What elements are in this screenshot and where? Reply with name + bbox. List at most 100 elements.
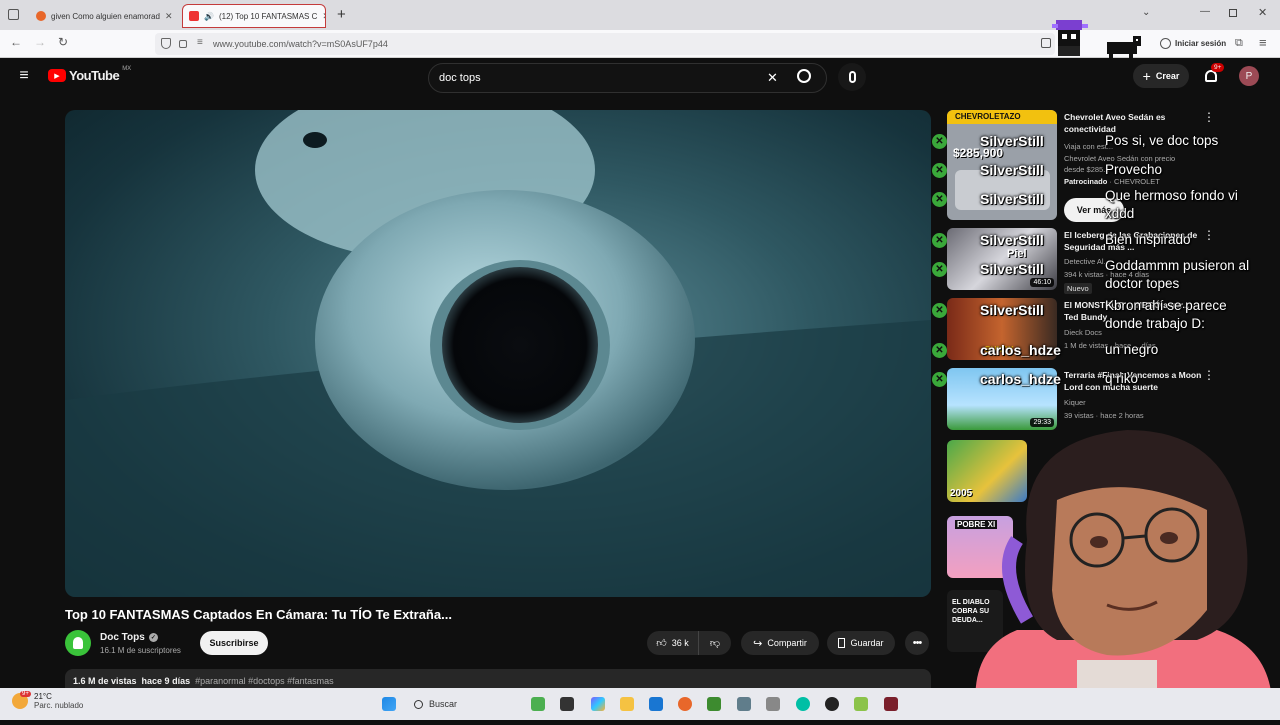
signin-link[interactable]: Iniciar sesión [1175,39,1226,48]
recommendation-title[interactable]: El Iceberg de las Grabaciones de Segurid… [1064,229,1204,253]
url-bar[interactable]: ≡ www.youtube.com/watch?v=mS0AsUF7p44 [155,33,1055,55]
copilot-icon[interactable] [591,697,605,711]
avatar-letter: P [1245,70,1253,82]
app-window-icon[interactable] [737,697,751,711]
app-green-icon[interactable] [854,697,868,711]
store-icon[interactable] [649,697,663,711]
chevron-down-icon[interactable]: ⌄ [1142,7,1150,18]
avatar[interactable]: P [1239,66,1259,86]
kebab-menu-icon[interactable]: ⋮ [1203,228,1215,242]
voice-search-button[interactable] [838,63,866,91]
more-actions-button[interactable]: ••• [905,631,929,655]
kebab-menu-icon[interactable]: ⋮ [1203,110,1215,124]
close-tab-icon[interactable]: ✕ [165,11,173,22]
thumbs-up-icon: 👍︎ [656,638,667,649]
tab-title: (12) Top 10 FANTASMAS C [218,11,318,21]
file-explorer-icon[interactable] [620,697,634,711]
windows-start-icon[interactable] [382,697,396,711]
sponsored-row: Patrocinado · CHEVROLET [1064,177,1160,186]
recommendation-meta: 1 M de vistas · hace ... días [1064,341,1156,350]
youtube-logo[interactable]: ▶ YouTube MX [48,65,132,83]
app-c-icon[interactable] [796,697,810,711]
recommendation-thumbnail[interactable]: Piel 46:10 [947,228,1057,290]
thumb-price-text: $285,900 [953,146,1004,160]
save-label: Guardar [850,638,884,648]
recommendation-title[interactable]: Terraria #Final: Vencemos a Moon Lord co… [1064,369,1204,393]
like-count: 36 k [671,638,689,648]
audio-icon[interactable]: 🔊 [204,12,214,21]
permissions-icon[interactable]: ≡ [197,37,203,48]
thumb-brand-text: CHEVROLETAZO [955,112,1021,121]
subscribe-button[interactable]: Suscribirse [200,631,268,655]
channel-name[interactable]: Doc Tops ✓ [100,632,158,643]
back-arrow-icon[interactable]: ← [10,35,22,49]
shield-icon[interactable] [161,38,171,49]
pixel-cat-sprite [1050,18,1090,58]
close-tab-icon[interactable]: ✕ [322,11,325,22]
lock-icon[interactable] [179,40,187,48]
firefox-icon[interactable] [678,697,692,711]
like-button[interactable]: 👍︎ 36 k [647,631,699,655]
video-player[interactable] [65,110,931,597]
recommendation-title[interactable]: Chevrolet Aveo Sedán es conectividad [1064,111,1204,135]
extensions-icon[interactable]: ⧉ [1235,37,1243,50]
menu-icon[interactable]: ≡ [1259,35,1267,50]
app-v-icon[interactable] [884,697,898,711]
dislike-button[interactable]: 👎︎ [699,631,731,655]
vtuber-avatar [957,420,1280,720]
forward-arrow-icon[interactable]: → [34,35,46,49]
share-button[interactable]: ↪ Compartir [741,631,819,655]
recommendation-channel[interactable]: Dieck Docs [1064,328,1102,337]
youtube-play-icon: ▶ [48,69,66,82]
recommendation-thumbnail[interactable]: CHEVROLETAZO $285,900 [947,110,1057,220]
channel-avatar[interactable] [65,630,91,656]
recommendation-channel[interactable]: Kiquer [1064,398,1086,407]
create-button[interactable]: + Crear [1133,64,1189,88]
ver-mas-button[interactable]: Ver más [1064,198,1124,222]
search-input[interactable]: doc tops ✕ [428,63,827,93]
taskbar-search[interactable]: Buscar [406,693,516,715]
plus-icon: + [1142,68,1151,84]
hamburger-menu-icon[interactable]: ≡ [16,67,32,84]
url-text: www.youtube.com/watch?v=mS0AsUF7p44 [213,39,388,49]
usb-icon[interactable] [766,697,780,711]
minimize-icon[interactable]: — [1200,6,1210,17]
account-icon[interactable] [1160,38,1171,49]
maximize-icon[interactable] [1229,9,1237,17]
search-icon[interactable] [797,69,811,83]
sponsored-label: Patrocinado [1064,177,1108,186]
new-tab-icon[interactable]: + [337,6,346,23]
widgets-icon[interactable] [531,697,545,711]
tab-title: given Como alguien enamorad [51,11,160,21]
bookmark-icon [838,638,846,648]
close-window-icon[interactable]: ✕ [1258,6,1267,19]
recommendation-title[interactable]: El MONSTRUO ... NEGÓ a ver... Ted Bundy [1064,299,1204,323]
hashtags[interactable]: #paranormal #doctops #fantasmas [195,676,334,686]
thumbs-down-icon: 👎︎ [709,638,721,649]
recommendation-thumbnail[interactable]: BUNDY [947,298,1057,360]
task-view-icon[interactable] [560,697,574,711]
pixel-dog-sprite [1103,36,1145,58]
video-duration: 46:10 [1030,278,1054,287]
video-title: Top 10 FANTASMAS Captados En Cámara: Tu … [65,607,452,622]
clear-search-icon[interactable]: ✕ [767,70,778,86]
microphone-icon [848,71,856,83]
weather-text: Parc. nublado [34,701,84,710]
region-code: MX [122,65,132,72]
reload-icon[interactable]: ↻ [58,35,68,49]
tab-list-icon[interactable] [8,9,19,20]
browser-tab-inactive[interactable]: given Como alguien enamorad ✕ [30,4,176,28]
recommendation-channel[interactable]: Detective Al... [1064,257,1110,266]
kebab-menu-icon[interactable]: ⋮ [1203,368,1215,382]
notifications-button[interactable]: 9+ [1201,63,1225,86]
recommendation-meta: 39 vistas · hace 2 horas [1064,411,1144,420]
recommendation-meta: 394 k vistas · hace 4 días [1064,270,1150,279]
weather-widget[interactable]: 9+ 21°C Parc. nublado [12,691,84,710]
browser-tab-active[interactable]: 🔊 (12) Top 10 FANTASMAS C ✕ [182,4,326,28]
minecraft-icon[interactable] [707,697,721,711]
windows-taskbar: 9+ 21°C Parc. nublado Buscar [0,688,1280,720]
save-button[interactable]: Guardar [827,631,895,655]
search-value: doc tops [439,72,481,84]
obs-icon[interactable] [825,697,839,711]
weather-icon: 9+ [12,691,31,709]
